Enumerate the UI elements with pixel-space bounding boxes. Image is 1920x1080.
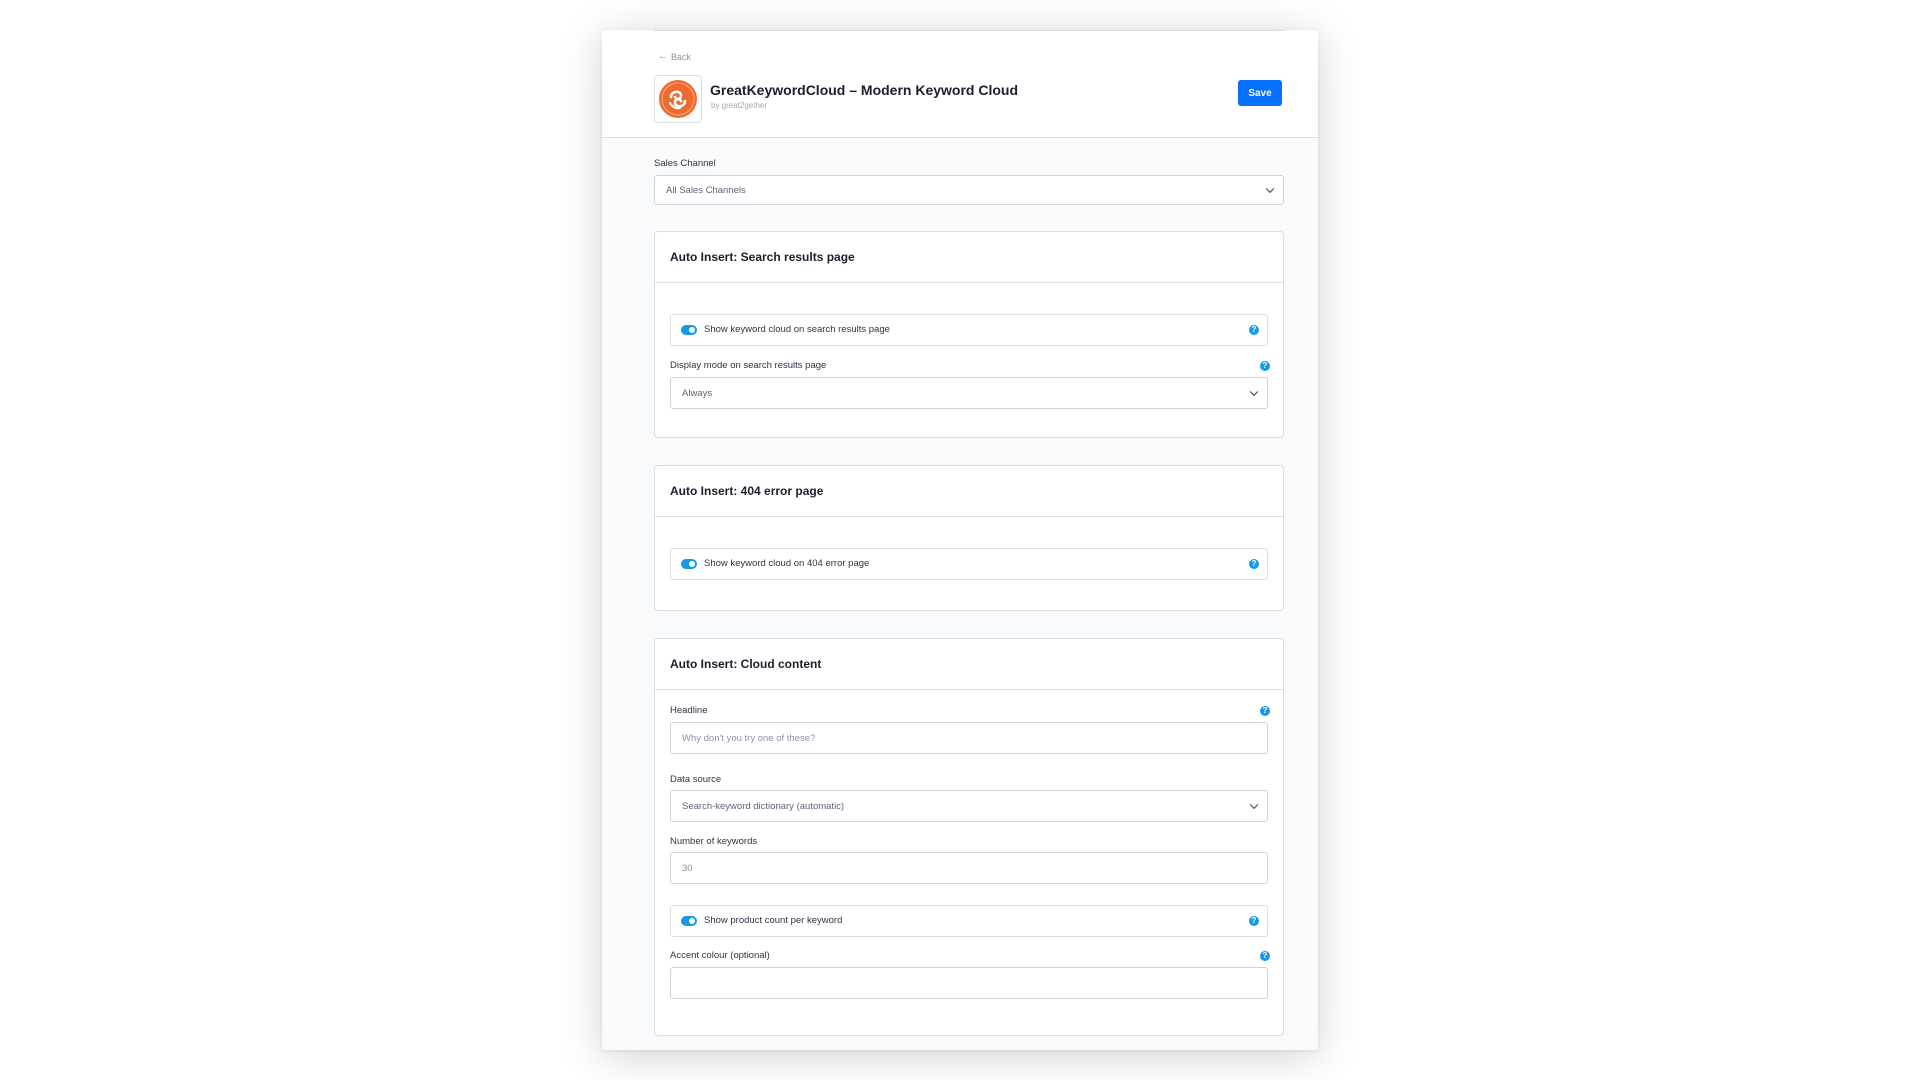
toggle-search-results[interactable]: [681, 325, 697, 335]
help-icon[interactable]: ?: [1249, 916, 1259, 926]
card-divider: [655, 282, 1283, 283]
display-mode-label: Display mode on search results page: [670, 360, 827, 371]
headline-label: Headline: [670, 705, 708, 716]
switch-row-404: Show keyword cloud on 404 error page ?: [670, 548, 1268, 580]
back-link[interactable]: ← Back: [658, 51, 691, 62]
card-cloud-content: Auto Insert: Cloud content Headline ? Wh…: [654, 638, 1284, 1036]
app-header: ← Back GreatKeywordCloud – Modern Keywor…: [602, 31, 1318, 138]
switch-row-product-count: Show product count per keyword ?: [670, 905, 1268, 937]
help-icon[interactable]: ?: [1260, 706, 1270, 716]
num-keywords-label: Number of keywords: [670, 836, 758, 847]
accent-colour-input[interactable]: [670, 967, 1268, 999]
card-search-results: Auto Insert: Search results page Show ke…: [654, 231, 1284, 438]
data-source-value: Search-keyword dictionary (automatic): [682, 800, 845, 812]
sales-channel-value: All Sales Channels: [666, 184, 746, 196]
app-logo: [654, 75, 702, 123]
data-source-label: Data source: [670, 774, 722, 785]
card-404-error: Auto Insert: 404 error page Show keyword…: [654, 465, 1284, 611]
card-title: Auto Insert: Cloud content: [670, 657, 822, 671]
headline-placeholder: Why don't you try one of these?: [682, 732, 816, 744]
accent-colour-label: Accent colour (optional): [670, 950, 770, 961]
switch-label: Show keyword cloud on 404 error page: [704, 558, 870, 569]
app-author: by great2gether: [711, 101, 768, 110]
save-button[interactable]: Save: [1238, 80, 1282, 106]
num-keywords-input[interactable]: 30: [670, 852, 1268, 884]
help-icon[interactable]: ?: [1260, 361, 1270, 371]
admin-window: ← Back GreatKeywordCloud – Modern Keywor…: [602, 30, 1318, 1050]
data-source-select[interactable]: Search-keyword dictionary (automatic): [670, 790, 1268, 822]
switch-row-search-results: Show keyword cloud on search results pag…: [670, 314, 1268, 346]
chevron-down-icon: [1249, 800, 1259, 810]
card-title: Auto Insert: Search results page: [670, 250, 855, 264]
toggle-product-count[interactable]: [681, 916, 697, 926]
toggle-404-page[interactable]: [681, 559, 697, 569]
display-mode-value: Always: [682, 387, 713, 399]
sales-channel-label: Sales Channel: [654, 158, 716, 169]
chevron-down-icon: [1249, 387, 1259, 397]
help-icon[interactable]: ?: [1249, 325, 1259, 335]
sales-channel-select[interactable]: All Sales Channels: [654, 175, 1284, 205]
switch-label: Show product count per keyword: [704, 915, 843, 926]
help-icon[interactable]: ?: [1249, 559, 1259, 569]
display-mode-select[interactable]: Always: [670, 377, 1268, 409]
page-title: GreatKeywordCloud – Modern Keyword Cloud: [710, 82, 1019, 98]
back-label: Back: [671, 51, 692, 62]
arrow-left-icon: ←: [658, 51, 668, 62]
num-keywords-value: 30: [682, 862, 693, 874]
card-divider: [655, 516, 1283, 517]
switch-label: Show keyword cloud on search results pag…: [704, 324, 890, 335]
chevron-down-icon: [1265, 184, 1275, 194]
card-title: Auto Insert: 404 error page: [670, 484, 824, 498]
card-divider: [655, 689, 1283, 690]
app-logo-icon: [659, 80, 697, 118]
headline-input[interactable]: Why don't you try one of these?: [670, 722, 1268, 754]
help-icon[interactable]: ?: [1260, 951, 1270, 961]
